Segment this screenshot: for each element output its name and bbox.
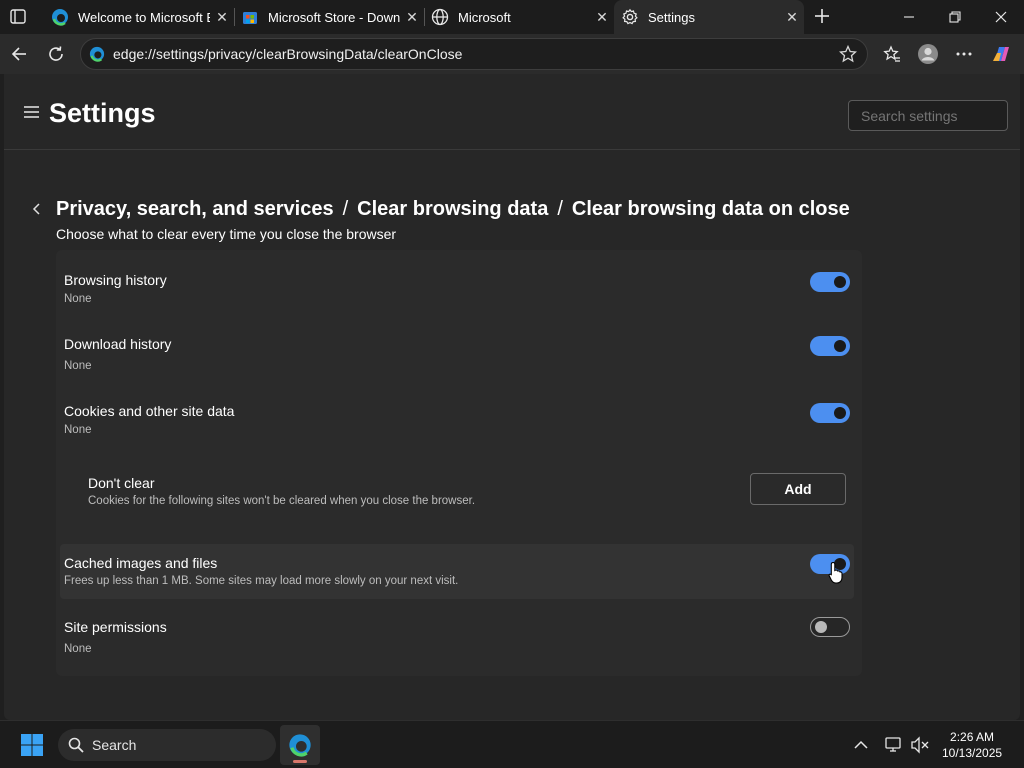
toggle-knob [834,340,846,352]
volume-muted-icon[interactable] [910,736,930,754]
cookies-toggle[interactable] [810,403,850,423]
page-subtitle: Choose what to clear every time you clos… [56,226,397,242]
navigation-bar: edge://settings/privacy/clearBrowsingDat… [0,34,1024,74]
taskbar-search-label: Search [92,737,137,753]
close-tab-icon[interactable]: ✕ [400,5,424,29]
copilot-icon[interactable] [986,39,1016,69]
setting-title: Download history [64,336,172,352]
setting-description: None [64,424,92,436]
breadcrumb-separator: / [557,198,563,220]
chevron-up-icon[interactable] [853,738,869,750]
windows-start-icon[interactable] [20,733,44,757]
favorites-icon[interactable] [877,39,907,69]
site-permissions-toggle[interactable] [810,617,850,637]
breadcrumb-separator: / [342,198,349,220]
toggle-knob [834,407,846,419]
new-tab-icon[interactable] [810,4,834,28]
close-window-icon[interactable] [978,0,1024,34]
close-tab-icon[interactable]: ✕ [210,5,234,29]
breadcrumb: Privacy, search, and services / Clear brow… [56,198,850,221]
clock-date: 10/13/2025 [942,746,1003,760]
tab-label: Welcome to Microsoft E [78,9,210,25]
taskbar-search[interactable]: Search [58,729,276,761]
profile-avatar-icon[interactable] [913,39,943,69]
setting-title: Cookies and other site data [64,403,235,419]
setting-row-dont-clear: Don't clear Cookies for the following si… [60,470,854,520]
setting-description: None [64,293,92,305]
setting-description: None [64,643,92,655]
taskbar-edge-app[interactable] [280,725,320,765]
setting-row-cached-images: Cached images and files Frees up less th… [60,544,854,599]
setting-row-site-permissions: Site permissions None [60,610,854,660]
edge-icon [288,733,312,757]
tab-actions-icon[interactable] [8,8,28,26]
chevron-left-icon[interactable] [32,202,46,218]
setting-description: None [64,360,92,372]
store-icon [241,8,259,26]
more-options-icon[interactable] [949,39,979,69]
tab-welcome[interactable]: Welcome to Microsoft E ✕ [44,0,234,34]
setting-description: Frees up less than 1 MB. Some sites may … [64,575,459,587]
refresh-button[interactable] [41,39,71,69]
add-site-button[interactable]: Add [750,473,846,505]
clock-time: 2:26 AM [950,730,995,744]
close-tab-icon[interactable]: ✕ [780,5,804,29]
minimize-icon[interactable] [886,0,932,34]
address-bar[interactable]: edge://settings/privacy/clearBrowsingDat… [80,38,868,70]
network-icon[interactable] [884,736,904,754]
tab-label: Microsoft [458,9,511,25]
tab-label: Settings [648,9,695,25]
taskbar: Search 2:26 AM 10/13/2025 [0,720,1024,768]
tab-microsoft-store[interactable]: Microsoft Store - Downl ✕ [234,0,424,34]
active-app-indicator [293,760,307,763]
search-settings-input[interactable] [848,100,1008,131]
toggle-knob [834,276,846,288]
settings-card: Browsing history None Download history N… [56,250,862,676]
setting-row-cookies: Cookies and other site data None [60,399,854,449]
browsing-history-toggle[interactable] [810,272,850,292]
tab-settings[interactable]: Settings ✕ [614,0,804,34]
download-history-toggle[interactable] [810,336,850,356]
breadcrumb-clear-browsing-data[interactable]: Clear browsing data [357,198,548,220]
globe-icon [431,8,449,26]
tab-microsoft[interactable]: Microsoft ✕ [424,0,614,34]
favorite-star-icon[interactable] [838,44,858,68]
restore-icon[interactable] [932,0,978,34]
page-title: Settings [49,98,156,128]
settings-header: Settings [4,74,1020,150]
setting-row-download-history: Download history None [60,332,854,382]
close-tab-icon[interactable]: ✕ [590,5,614,29]
setting-title: Don't clear [88,475,155,491]
setting-title: Browsing history [64,272,167,288]
setting-title: Site permissions [64,619,167,635]
toggle-knob [815,621,827,633]
setting-description: Cookies for the following sites won't be… [88,495,476,507]
mouse-cursor-icon [828,561,844,585]
title-bar: Welcome to Microsoft E ✕ Microsoft Store… [0,0,1024,34]
address-url: edge://settings/privacy/clearBrowsingDat… [113,46,463,62]
menu-icon[interactable] [22,104,42,120]
system-clock[interactable]: 2:26 AM 10/13/2025 [942,729,1002,761]
settings-page: Settings Privacy, search, and services / C… [4,74,1020,720]
breadcrumb-privacy[interactable]: Privacy, search, and services [56,198,334,220]
gear-icon [621,8,639,26]
back-button[interactable] [4,39,34,69]
setting-row-browsing-history: Browsing history None [60,268,854,318]
breadcrumb-current: Clear browsing data on close [571,198,850,220]
tab-label: Microsoft Store - Downl [268,9,400,25]
setting-title: Cached images and files [64,555,218,571]
edge-icon [51,8,69,26]
edge-icon [89,46,105,62]
search-icon [68,737,84,753]
